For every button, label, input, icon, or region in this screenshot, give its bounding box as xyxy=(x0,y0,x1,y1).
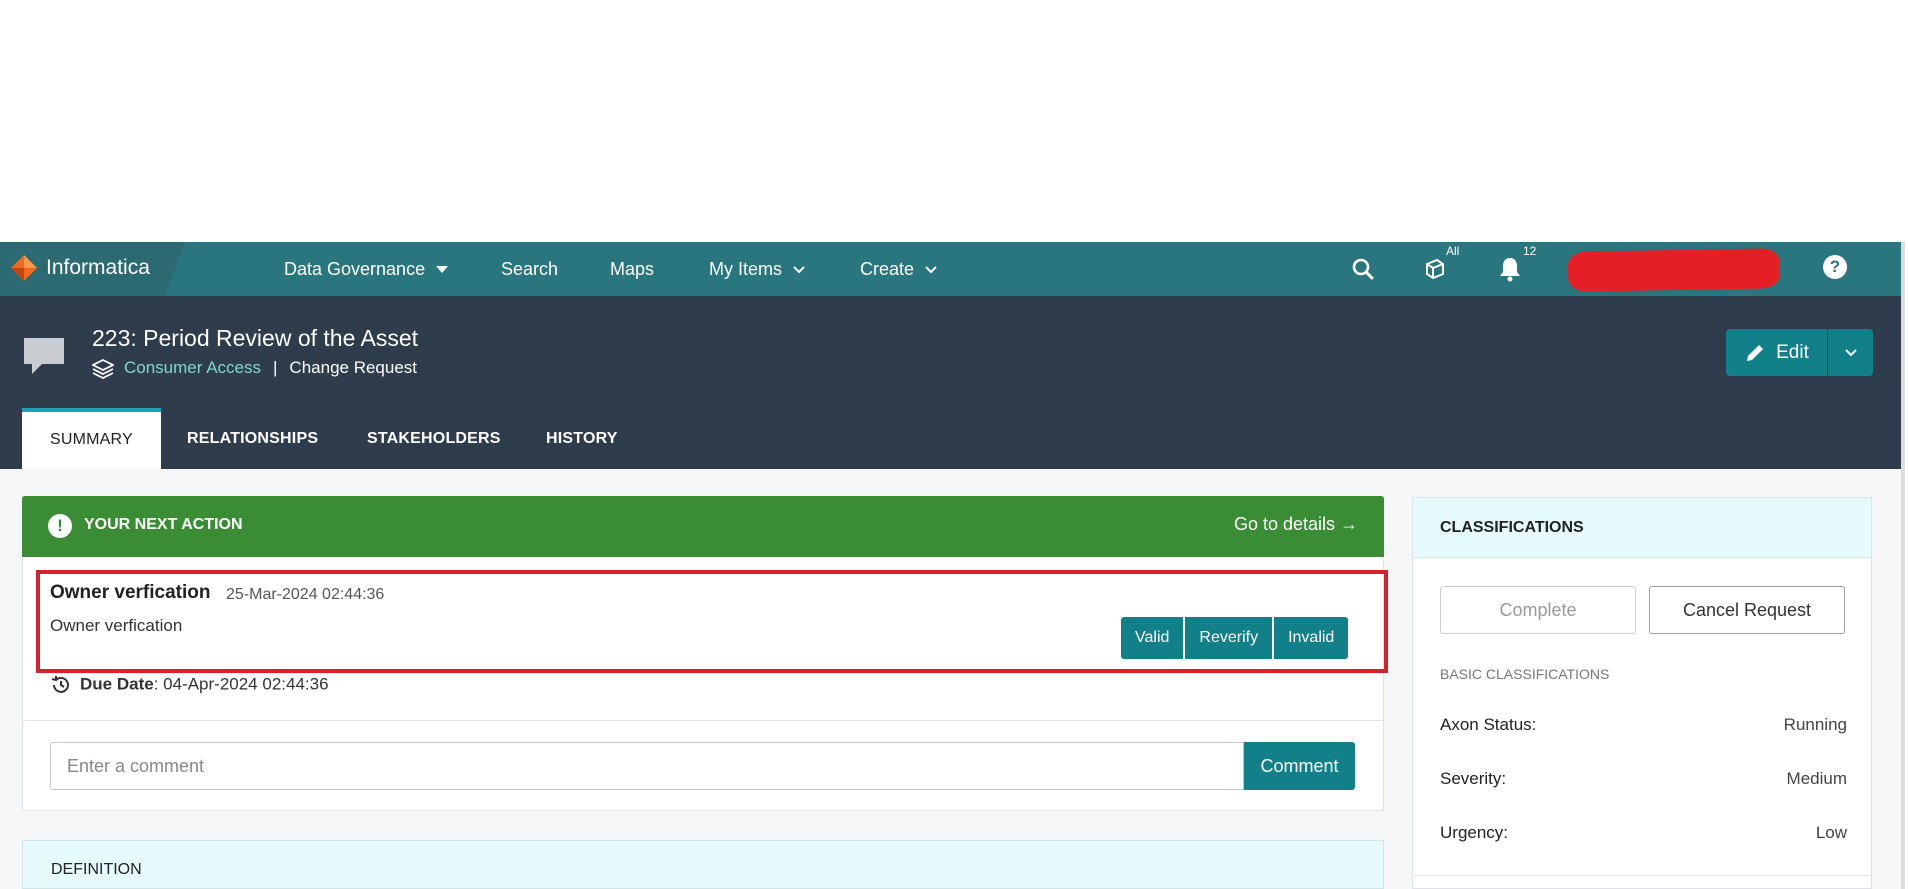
breadcrumb-separator: | xyxy=(273,358,278,377)
bell-icon[interactable] xyxy=(1496,254,1524,284)
page-title: 223: Period Review of the Asset xyxy=(92,325,419,351)
tab-stakeholders[interactable]: STAKEHOLDERS xyxy=(367,408,501,469)
nav-data-governance[interactable]: Data Governance xyxy=(284,242,449,296)
chevron-down-icon xyxy=(1844,348,1857,356)
brand-name: Informatica xyxy=(46,256,150,279)
next-action-label: YOUR NEXT ACTION xyxy=(84,516,243,533)
edit-button[interactable]: Edit xyxy=(1726,329,1827,376)
nav-maps[interactable]: Maps xyxy=(610,242,654,296)
valid-button[interactable]: Valid xyxy=(1121,617,1184,659)
due-date-value: : 04-Apr-2024 02:44:36 xyxy=(153,674,329,694)
severity-value: Medium xyxy=(1786,769,1847,788)
alert-icon: ! xyxy=(48,514,72,538)
axon-status-label: Axon Status: xyxy=(1440,715,1537,734)
nav-search[interactable]: Search xyxy=(501,242,558,296)
asset-link[interactable]: Consumer Access xyxy=(124,358,261,377)
axon-status-value: Running xyxy=(1783,715,1847,734)
reverify-button[interactable]: Reverify xyxy=(1185,617,1273,659)
history-clock-icon xyxy=(51,676,69,693)
basic-classifications-label: BASIC CLASSIFICATIONS xyxy=(1440,666,1610,682)
edit-dropdown-button[interactable] xyxy=(1828,329,1873,376)
due-date: Due Date: 04-Apr-2024 02:44:36 xyxy=(50,674,329,696)
workspace-badge: All xyxy=(1446,244,1460,258)
tab-summary[interactable]: SUMMARY xyxy=(22,408,161,469)
classifications-header: CLASSIFICATIONS xyxy=(1413,498,1871,558)
divider xyxy=(1413,875,1871,876)
nav-my-items-label: My Items xyxy=(709,259,783,279)
next-action-header: ! YOUR NEXT ACTION Go to details → xyxy=(22,496,1384,557)
help-icon[interactable]: ? xyxy=(1823,255,1847,279)
tab-relationships[interactable]: RELATIONSHIPS xyxy=(187,408,318,469)
invalid-button[interactable]: Invalid xyxy=(1274,617,1349,659)
workspace-icon[interactable] xyxy=(1421,254,1449,284)
go-to-details-link[interactable]: Go to details → xyxy=(1234,514,1358,535)
caret-down-icon xyxy=(436,266,449,274)
pencil-icon xyxy=(1747,344,1764,361)
nav-create[interactable]: Create xyxy=(860,242,937,296)
comment-input[interactable] xyxy=(50,742,1244,790)
object-type: Change Request xyxy=(289,358,418,377)
divider xyxy=(22,720,1384,721)
cancel-request-button[interactable]: Cancel Request xyxy=(1649,586,1845,634)
informatica-logo-icon xyxy=(10,254,38,282)
nav-create-label: Create xyxy=(860,259,915,279)
nav-data-governance-label: Data Governance xyxy=(284,259,426,279)
notification-count: 12 xyxy=(1523,244,1537,258)
urgency-label: Urgency: xyxy=(1440,823,1509,842)
chat-bubble-icon xyxy=(24,338,64,374)
task-description: Owner verfication xyxy=(50,616,183,635)
severity-label: Severity: xyxy=(1440,769,1507,788)
nav-my-items[interactable]: My Items xyxy=(709,242,805,296)
definition-label: DEFINITION xyxy=(51,861,142,878)
due-date-label: Due Date xyxy=(80,674,154,694)
breadcrumb: Consumer Access | Change Request xyxy=(92,358,417,379)
task-title: Owner verfication xyxy=(50,582,211,603)
search-icon[interactable] xyxy=(1349,254,1377,284)
comment-button[interactable]: Comment xyxy=(1244,742,1355,790)
task-date: 25-Mar-2024 02:44:36 xyxy=(226,586,385,603)
chevron-down-icon xyxy=(925,266,937,274)
classifications-label: CLASSIFICATIONS xyxy=(1440,519,1584,536)
task-action-buttons: Valid Reverify Invalid xyxy=(1121,617,1349,659)
redacted-user-name[interactable] xyxy=(1567,248,1781,292)
page-scrollbar[interactable] xyxy=(1901,242,1905,889)
brand-block[interactable]: Informatica xyxy=(0,242,185,296)
urgency-value: Low xyxy=(1815,823,1847,842)
tab-history[interactable]: HISTORY xyxy=(546,408,618,469)
complete-button[interactable]: Complete xyxy=(1440,586,1636,634)
edit-button-label: Edit xyxy=(1776,341,1809,363)
chevron-down-icon xyxy=(793,266,805,274)
layers-icon xyxy=(92,358,114,379)
definition-panel: DEFINITION xyxy=(22,840,1384,889)
